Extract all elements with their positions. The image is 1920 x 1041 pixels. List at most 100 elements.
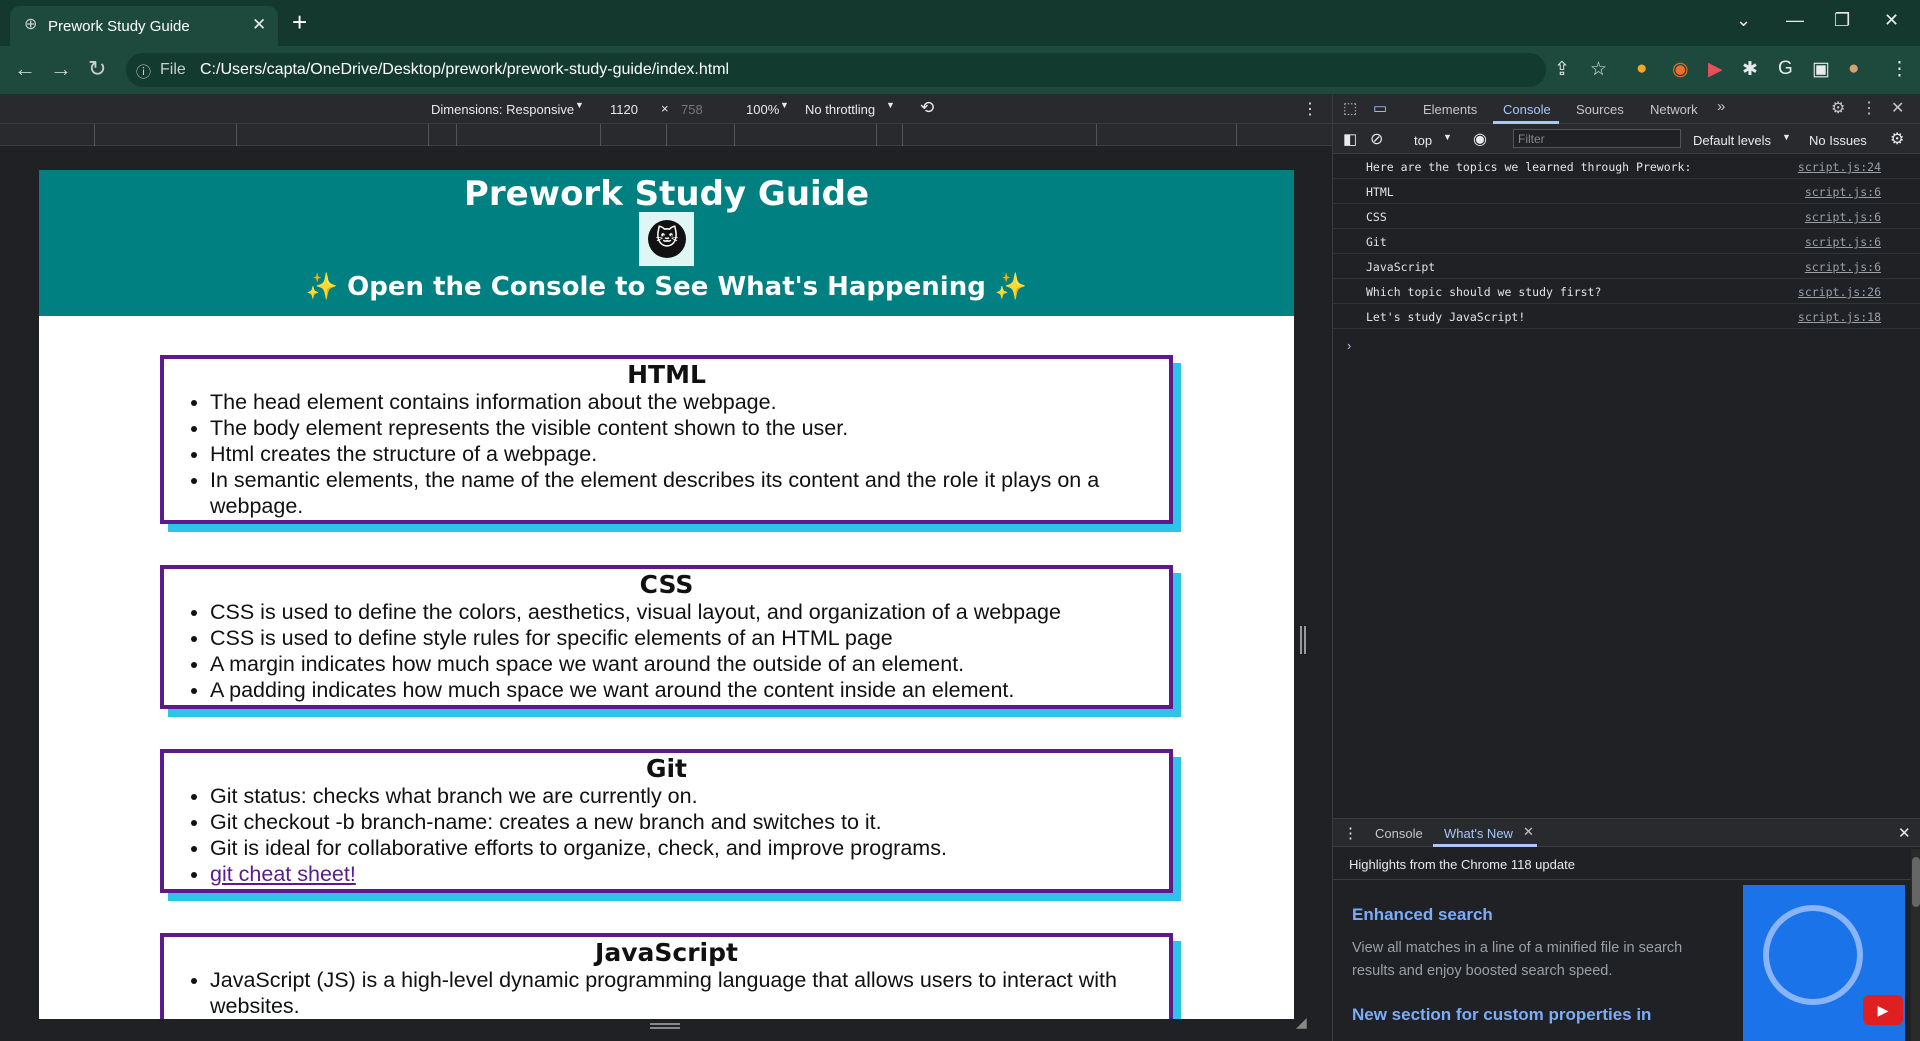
side-panel-icon[interactable]: ▣ (1812, 58, 1830, 81)
list-item: CSS is used to define the colors, aesthe… (210, 599, 1169, 625)
close-window-icon[interactable]: ✕ (1884, 10, 1899, 31)
devtools-tabbar: ⬚ ▭ Elements Console Sources Network » ⚙… (1333, 94, 1920, 124)
console-toolbar: ◧ ⊘ top ▼ ◉ Filter Default levels ▼ No I… (1333, 124, 1920, 154)
list-item: A padding indicates how much space we wa… (210, 677, 1169, 703)
zoom-select[interactable]: 100% (746, 102, 779, 117)
throttling-select[interactable]: No throttling (805, 102, 875, 117)
tab-search-icon[interactable]: ⌄ (1736, 10, 1751, 31)
more-options-icon[interactable]: ⋮ (1302, 99, 1318, 119)
new-tab-button[interactable]: + (292, 8, 307, 36)
close-tab-icon[interactable]: ✕ (1523, 824, 1534, 840)
html-section: HTML The head element contains informati… (160, 355, 1173, 524)
browser-tab[interactable]: ⊕ Prework Study Guide ✕ (10, 6, 278, 46)
back-icon[interactable]: ← (14, 56, 36, 82)
git-cheat-sheet-link[interactable]: git cheat sheet! (210, 862, 356, 886)
drawer-tab-whats-new[interactable]: What's New (1444, 826, 1513, 841)
chevron-down-icon: ▼ (575, 100, 584, 110)
restore-icon[interactable]: ❐ (1834, 10, 1850, 31)
grammarly-icon[interactable]: G (1778, 58, 1793, 80)
eye-icon[interactable]: ◉ (1473, 129, 1487, 149)
info-icon[interactable]: ⓘ (136, 61, 151, 82)
clear-console-icon[interactable]: ⊘ (1370, 129, 1383, 149)
minimize-icon[interactable]: — (1786, 10, 1804, 31)
height-input[interactable]: 758 (681, 102, 703, 117)
omnibox[interactable]: ⓘ File C:/Users/capta/OneDrive/Desktop/p… (126, 53, 1546, 87)
close-drawer-icon[interactable]: ✕ (1898, 824, 1911, 842)
chevron-down-icon: ▼ (1443, 132, 1452, 142)
menu-kebab-icon[interactable]: ⋮ (1890, 58, 1909, 81)
log-source-link[interactable]: script.js:6 (1805, 185, 1881, 199)
devtools-menu-icon[interactable]: ⋮ (1861, 98, 1877, 118)
url-text[interactable]: C:/Users/capta/OneDrive/Desktop/prework/… (200, 61, 729, 79)
corner-resize-icon[interactable]: ◢ (1296, 1014, 1307, 1031)
reload-icon[interactable]: ↻ (88, 56, 106, 82)
media-query-bar[interactable] (0, 124, 1332, 146)
filter-input[interactable]: Filter (1513, 129, 1681, 148)
settings-gear-icon[interactable]: ⚙ (1831, 98, 1845, 118)
log-source-link[interactable]: script.js:6 (1805, 210, 1881, 224)
media-query-marker (456, 124, 457, 146)
device-toggle-icon[interactable]: ▭ (1373, 99, 1387, 117)
feature-heading[interactable]: New section for custom properties in (1352, 1005, 1651, 1025)
log-source-link[interactable]: script.js:24 (1798, 160, 1881, 174)
extension-icon[interactable]: ◉ (1672, 58, 1689, 81)
web-page[interactable]: Prework Study Guide 🐱 ✨ Open the Console… (39, 170, 1294, 1019)
log-message: HTML (1366, 185, 1394, 199)
inspect-element-icon[interactable]: ⬚ (1343, 99, 1357, 117)
log-source-link[interactable]: script.js:26 (1798, 285, 1881, 299)
list-item: A margin indicates how much space we wan… (210, 651, 1169, 677)
page-title: Prework Study Guide (463, 174, 870, 214)
dimensions-select[interactable]: Dimensions: Responsive (431, 102, 574, 117)
context-select[interactable]: top (1414, 133, 1432, 148)
drawer-menu-icon[interactable]: ⋮ (1343, 824, 1358, 842)
viewport-resize-handle[interactable] (1300, 626, 1306, 654)
log-source-link[interactable]: script.js:6 (1805, 235, 1881, 249)
feature-heading[interactable]: Enhanced search (1352, 905, 1493, 925)
rotate-icon[interactable]: ⟲ (920, 98, 934, 118)
close-devtools-icon[interactable]: ✕ (1891, 98, 1904, 118)
prompt-chevron-icon[interactable]: › (1347, 338, 1351, 353)
extensions-puzzle-icon[interactable]: ✱ (1742, 58, 1758, 81)
sidebar-toggle-icon[interactable]: ◧ (1343, 130, 1357, 148)
device-toolbar: Dimensions: Responsive ▼ 1120 × 758 100%… (0, 94, 1332, 124)
divider (1333, 879, 1920, 880)
media-query-marker (1096, 124, 1097, 146)
emulated-viewport: Prework Study Guide 🐱 ✨ Open the Console… (0, 146, 1332, 1041)
feature-description: View all matches in a line of a minified… (1352, 940, 1683, 979)
forward-icon[interactable]: → (50, 56, 72, 82)
viewport-bottom-resize-handle[interactable] (650, 1023, 680, 1029)
close-tab-icon[interactable]: ✕ (252, 15, 266, 35)
log-message: JavaScript (1366, 260, 1436, 274)
drawer-tab-console[interactable]: Console (1375, 826, 1423, 841)
log-source-link[interactable]: script.js:6 (1805, 260, 1881, 274)
tab-sources[interactable]: Sources (1576, 102, 1624, 117)
tab-console[interactable]: Console (1503, 102, 1551, 117)
drawer-tabbar: ⋮ Console What's New ✕ ✕ (1333, 819, 1920, 847)
extension-icon[interactable]: ▶ (1708, 58, 1723, 81)
width-input[interactable]: 1120 (610, 102, 638, 117)
log-message: Here are the topics we learned through P… (1366, 160, 1692, 174)
scrollbar[interactable] (1911, 849, 1920, 1041)
list-item: Git is ideal for collaborative efforts t… (210, 835, 1169, 861)
console-settings-icon[interactable]: ⚙ (1890, 129, 1904, 149)
media-query-marker (902, 124, 903, 146)
log-levels-select[interactable]: Default levels (1693, 133, 1771, 148)
scrollbar-thumb[interactable] (1912, 857, 1920, 907)
section-heading: HTML (627, 360, 706, 389)
tab-network[interactable]: Network (1650, 102, 1698, 117)
browser-window: ⊕ Prework Study Guide ✕ + ⌄ — ❐ ✕ ← → ↻ … (0, 0, 1920, 1041)
share-icon[interactable]: ⇪ (1554, 58, 1570, 81)
avatar[interactable]: ● (1848, 58, 1859, 80)
log-source-link[interactable]: script.js:18 (1798, 310, 1881, 324)
play-icon[interactable]: ▶ (1863, 995, 1903, 1025)
list-item: CSS is used to define style rules for sp… (210, 625, 1169, 651)
git-section: Git Git status: checks what branch we ar… (160, 749, 1173, 893)
extension-icon[interactable]: ● (1636, 58, 1647, 80)
list-item: git cheat sheet! (210, 861, 1169, 887)
tab-elements[interactable]: Elements (1423, 102, 1477, 117)
list-item: The body element represents the visible … (210, 415, 1169, 441)
feature-thumbnail[interactable]: ▶ (1743, 885, 1905, 1041)
issues-badge[interactable]: No Issues (1809, 133, 1867, 148)
bookmark-star-icon[interactable]: ☆ (1590, 58, 1607, 81)
more-tabs-icon[interactable]: » (1717, 98, 1725, 115)
